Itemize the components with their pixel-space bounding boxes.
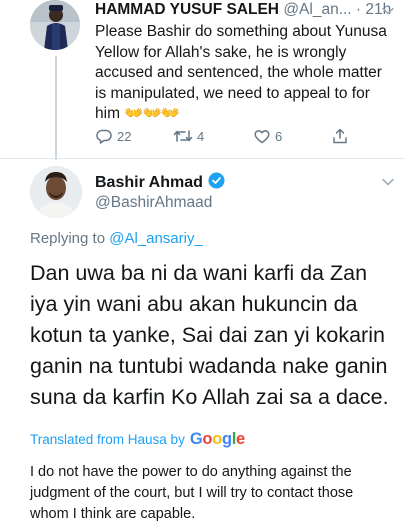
main-author-name-row[interactable]: Bashir Ahmad xyxy=(95,172,225,194)
translation-attribution[interactable]: Translated from Hausa by Google xyxy=(30,430,245,449)
reply-actions-bar: 22 4 6 xyxy=(95,126,395,146)
share-icon xyxy=(331,127,349,145)
google-logo-letter: G xyxy=(189,430,203,448)
tweet-thread: HAMMAD YUSUF SALEH @Al_an... · 21h Pleas… xyxy=(0,0,405,531)
reply-count: 22 xyxy=(117,128,132,144)
google-logo-letter: o xyxy=(212,430,222,448)
thread-connector-line xyxy=(55,56,57,160)
chevron-down-icon[interactable] xyxy=(381,4,395,23)
verified-badge-icon xyxy=(208,172,225,194)
open-hands-emoji: 👐👐👐 xyxy=(124,105,180,122)
like-icon xyxy=(253,127,271,145)
translated-from-label: Translated from Hausa by xyxy=(30,432,185,447)
reply-header: HAMMAD YUSUF SALEH @Al_an... · 21h xyxy=(95,1,395,19)
translated-text: I do not have the power to do anything a… xyxy=(30,464,354,522)
main-author-handle[interactable]: @BashirAhmaad xyxy=(95,194,212,212)
google-logo-letter: g xyxy=(221,430,232,448)
retweet-button[interactable]: 4 xyxy=(173,126,204,146)
google-logo-letter: o xyxy=(202,430,213,448)
reply-button[interactable]: 22 xyxy=(95,126,131,146)
reply-author-meta: @Al_an... · 21h xyxy=(283,1,392,18)
replying-to-label: Replying to xyxy=(30,230,106,247)
retweet-icon xyxy=(173,127,193,145)
main-author-name[interactable]: Bashir Ahmad xyxy=(95,174,203,192)
chevron-down-icon[interactable] xyxy=(381,175,395,194)
retweet-count: 4 xyxy=(197,128,205,144)
replying-to-line: Replying to @Al_ansariy_ xyxy=(30,230,203,247)
like-count: 6 xyxy=(275,128,283,144)
tweet-divider xyxy=(0,158,405,159)
replying-to-mention[interactable]: @Al_ansariy_ xyxy=(109,230,203,247)
like-button[interactable]: 6 xyxy=(253,126,282,146)
share-button[interactable] xyxy=(331,126,349,146)
reply-tweet-text: Please Bashir do something about Yunusa … xyxy=(95,22,395,125)
reply-tweet[interactable]: HAMMAD YUSUF SALEH @Al_an... · 21h Pleas… xyxy=(0,0,405,160)
google-logo-letter: e xyxy=(236,430,245,448)
main-author-avatar[interactable] xyxy=(30,166,82,218)
main-tweet-text: Dan uwa ba ni da wani karfi da Zan iya y… xyxy=(30,261,389,409)
reply-icon xyxy=(95,127,113,145)
reply-author-avatar[interactable] xyxy=(30,0,80,50)
reply-author-name[interactable]: HAMMAD YUSUF SALEH xyxy=(95,1,279,18)
google-logo: Google xyxy=(190,430,245,449)
